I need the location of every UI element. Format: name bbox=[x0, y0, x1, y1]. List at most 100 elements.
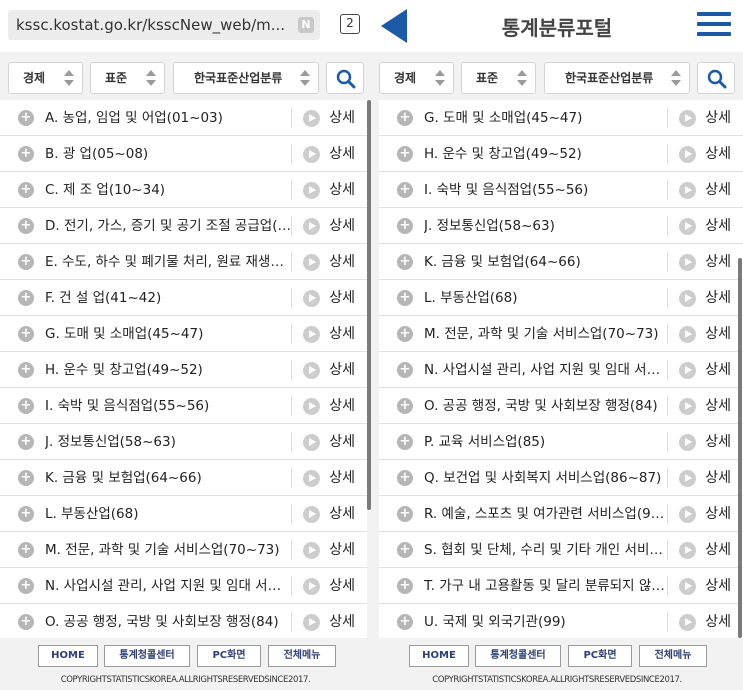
list-item[interactable]: + F. 건 설 업(41~42) 상세 bbox=[0, 280, 367, 316]
expand-plus-icon[interactable]: + bbox=[18, 182, 34, 198]
list-item-label[interactable]: G. 도매 및 소매업(45~47) bbox=[45, 316, 292, 352]
play-arrow-icon[interactable] bbox=[303, 110, 320, 127]
detail-link[interactable]: 상세 bbox=[329, 496, 355, 532]
list-item-label[interactable]: G. 도매 및 소매업(45~47) bbox=[424, 100, 668, 136]
list-item[interactable]: + R. 예술, 스포츠 및 여가관련 서비스업(90~91) 상세 bbox=[379, 496, 743, 532]
list-item[interactable]: + H. 운수 및 창고업(49~52) 상세 bbox=[379, 136, 743, 172]
play-arrow-icon[interactable] bbox=[679, 542, 696, 559]
list-item[interactable]: + J. 정보통신업(58~63) 상세 bbox=[379, 208, 743, 244]
expand-plus-icon[interactable]: + bbox=[397, 290, 413, 306]
tab-count-button[interactable]: 2 bbox=[340, 14, 360, 34]
play-arrow-icon[interactable] bbox=[679, 434, 696, 451]
expand-plus-icon[interactable]: + bbox=[18, 542, 34, 558]
expand-plus-icon[interactable]: + bbox=[397, 218, 413, 234]
list-item[interactable]: + D. 전기, 가스, 증기 및 공기 조절 공급업(35) 상세 bbox=[0, 208, 367, 244]
expand-plus-icon[interactable]: + bbox=[397, 614, 413, 630]
list-item-label[interactable]: J. 정보통신업(58~63) bbox=[45, 424, 292, 460]
play-arrow-icon[interactable] bbox=[303, 326, 320, 343]
expand-plus-icon[interactable]: + bbox=[397, 110, 413, 126]
stat-center-button[interactable]: 통계청콜센터 bbox=[475, 645, 561, 667]
expand-plus-icon[interactable]: + bbox=[397, 434, 413, 450]
expand-plus-icon[interactable]: + bbox=[18, 398, 34, 414]
play-arrow-icon[interactable] bbox=[303, 182, 320, 199]
play-arrow-icon[interactable] bbox=[303, 254, 320, 271]
list-item[interactable]: + H. 운수 및 창고업(49~52) 상세 bbox=[0, 352, 367, 388]
list-item[interactable]: + E. 수도, 하수 및 폐기물 처리, 원료 재생업(36~39) 상세 bbox=[0, 244, 367, 280]
expand-plus-icon[interactable]: + bbox=[18, 326, 34, 342]
expand-plus-icon[interactable]: + bbox=[18, 578, 34, 594]
detail-link[interactable]: 상세 bbox=[705, 568, 731, 604]
expand-plus-icon[interactable]: + bbox=[397, 398, 413, 414]
list-item[interactable]: + O. 공공 행정, 국방 및 사회보장 행정(84) 상세 bbox=[0, 604, 367, 640]
stat-center-button[interactable]: 통계청콜센터 bbox=[104, 645, 190, 667]
play-arrow-icon[interactable] bbox=[679, 398, 696, 415]
detail-link[interactable]: 상세 bbox=[705, 460, 731, 496]
play-arrow-icon[interactable] bbox=[303, 434, 320, 451]
detail-link[interactable]: 상세 bbox=[705, 424, 731, 460]
detail-link[interactable]: 상세 bbox=[705, 352, 731, 388]
list-item-label[interactable]: S. 협회 및 단체, 수리 및 기타 개인 서비스업(94~96) bbox=[424, 532, 668, 568]
detail-link[interactable]: 상세 bbox=[329, 244, 355, 280]
list-item[interactable]: + N. 사업시설 관리, 사업 지원 및 임대 서비스업(74~76) 상세 bbox=[379, 352, 743, 388]
detail-link[interactable]: 상세 bbox=[705, 100, 731, 136]
expand-plus-icon[interactable]: + bbox=[397, 362, 413, 378]
home-button[interactable]: HOME bbox=[38, 645, 98, 667]
home-button[interactable]: HOME bbox=[409, 645, 469, 667]
play-arrow-icon[interactable] bbox=[679, 506, 696, 523]
scrollbar[interactable] bbox=[738, 258, 742, 638]
all-menu-button[interactable]: 전체메뉴 bbox=[639, 645, 707, 667]
pc-view-button[interactable]: PC화면 bbox=[568, 645, 632, 667]
detail-link[interactable]: 상세 bbox=[705, 604, 731, 640]
expand-plus-icon[interactable]: + bbox=[397, 542, 413, 558]
all-menu-button[interactable]: 전체메뉴 bbox=[268, 645, 336, 667]
hamburger-menu-icon[interactable] bbox=[697, 12, 731, 40]
detail-link[interactable]: 상세 bbox=[329, 460, 355, 496]
play-arrow-icon[interactable] bbox=[303, 506, 320, 523]
detail-link[interactable]: 상세 bbox=[705, 172, 731, 208]
list-item-label[interactable]: O. 공공 행정, 국방 및 사회보장 행정(84) bbox=[424, 388, 668, 424]
search-button[interactable] bbox=[326, 62, 364, 94]
list-item-label[interactable]: H. 운수 및 창고업(49~52) bbox=[424, 136, 668, 172]
detail-link[interactable]: 상세 bbox=[329, 280, 355, 316]
play-arrow-icon[interactable] bbox=[303, 542, 320, 559]
play-arrow-icon[interactable] bbox=[679, 614, 696, 631]
list-item-label[interactable]: L. 부동산업(68) bbox=[424, 280, 668, 316]
expand-plus-icon[interactable]: + bbox=[397, 182, 413, 198]
detail-link[interactable]: 상세 bbox=[705, 208, 731, 244]
play-arrow-icon[interactable] bbox=[303, 470, 320, 487]
play-arrow-icon[interactable] bbox=[303, 146, 320, 163]
detail-link[interactable]: 상세 bbox=[329, 604, 355, 640]
list-item-label[interactable]: U. 국제 및 외국기관(99) bbox=[424, 604, 668, 640]
play-arrow-icon[interactable] bbox=[679, 146, 696, 163]
play-arrow-icon[interactable] bbox=[679, 470, 696, 487]
list-item[interactable]: + U. 국제 및 외국기관(99) 상세 bbox=[379, 604, 743, 640]
detail-link[interactable]: 상세 bbox=[705, 532, 731, 568]
list-item[interactable]: + I. 숙박 및 음식점업(55~56) 상세 bbox=[379, 172, 743, 208]
expand-plus-icon[interactable]: + bbox=[18, 254, 34, 270]
classification-select[interactable]: 한국표준산업분류 bbox=[544, 62, 690, 94]
detail-link[interactable]: 상세 bbox=[329, 388, 355, 424]
expand-plus-icon[interactable]: + bbox=[397, 326, 413, 342]
list-item-label[interactable]: T. 가구 내 고용활동 및 달리 분류되지 않은 자가소비 생산활동(97~9… bbox=[424, 568, 668, 604]
list-item[interactable]: + K. 금융 및 보험업(64~66) 상세 bbox=[0, 460, 367, 496]
play-arrow-icon[interactable] bbox=[679, 218, 696, 235]
list-item[interactable]: + M. 전문, 과학 및 기술 서비스업(70~73) 상세 bbox=[0, 532, 367, 568]
play-arrow-icon[interactable] bbox=[303, 614, 320, 631]
list-item-label[interactable]: B. 광 업(05~08) bbox=[45, 136, 292, 172]
list-item-label[interactable]: K. 금융 및 보험업(64~66) bbox=[424, 244, 668, 280]
list-item-label[interactable]: L. 부동산업(68) bbox=[45, 496, 292, 532]
url-field[interactable]: kssc.kostat.go.kr/ksscNew_web/m... N bbox=[8, 10, 320, 40]
list-item-label[interactable]: R. 예술, 스포츠 및 여가관련 서비스업(90~91) bbox=[424, 496, 668, 532]
play-arrow-icon[interactable] bbox=[679, 362, 696, 379]
expand-plus-icon[interactable]: + bbox=[18, 506, 34, 522]
expand-plus-icon[interactable]: + bbox=[397, 506, 413, 522]
expand-plus-icon[interactable]: + bbox=[397, 254, 413, 270]
play-arrow-icon[interactable] bbox=[679, 110, 696, 127]
list-item[interactable]: + A. 농업, 임업 및 어업(01~03) 상세 bbox=[0, 100, 367, 136]
play-arrow-icon[interactable] bbox=[303, 290, 320, 307]
play-arrow-icon[interactable] bbox=[679, 578, 696, 595]
list-item[interactable]: + G. 도매 및 소매업(45~47) 상세 bbox=[379, 100, 743, 136]
detail-link[interactable]: 상세 bbox=[329, 352, 355, 388]
list-item-label[interactable]: N. 사업시설 관리, 사업 지원 및 임대 서비스업(74~76) bbox=[45, 568, 292, 604]
play-arrow-icon[interactable] bbox=[303, 362, 320, 379]
